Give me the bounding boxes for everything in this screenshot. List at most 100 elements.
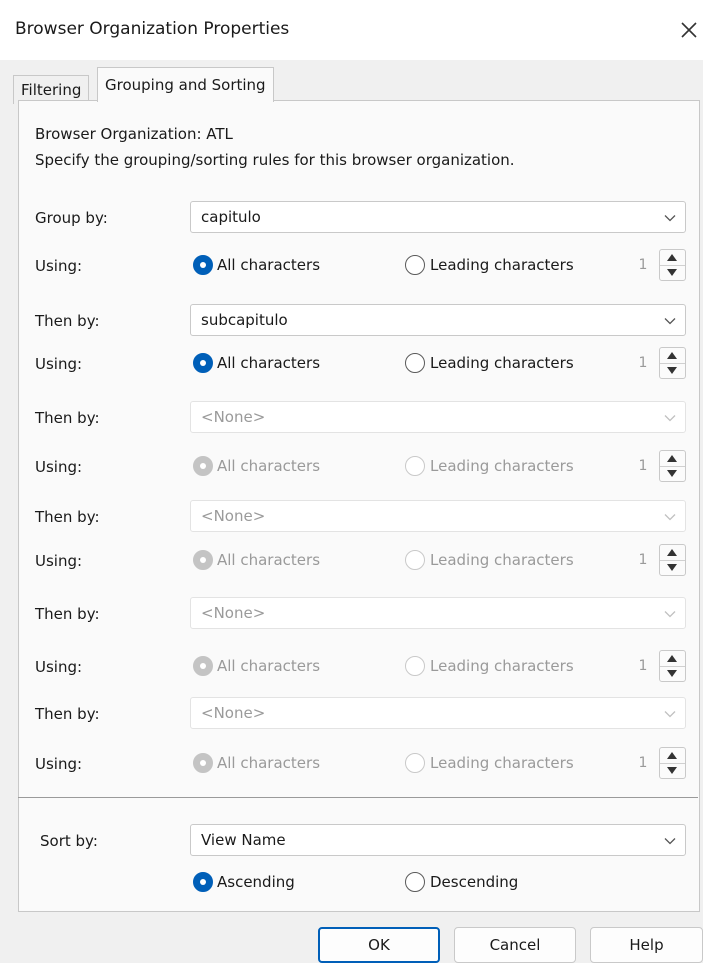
stepper-buttons[interactable] [659,650,686,682]
stepper-divider [660,763,685,764]
divider [18,797,698,798]
leading-count-stepper[interactable]: 1 [628,650,686,682]
leading-characters-label: Leading characters [430,354,574,372]
then-by-label: Then by: [35,312,100,330]
dropdown-value: <None> [201,507,266,525]
all-characters-radio [193,550,213,570]
ascending-label: Ascending [217,873,295,891]
leading-count-stepper[interactable]: 1 [628,544,686,576]
group-by-dropdown[interactable]: capitulo [190,201,686,233]
dropdown-value: <None> [201,704,266,722]
tab-grouping-label: Grouping and Sorting [105,76,266,94]
ok-button[interactable]: OK [318,927,440,963]
chevron-down-icon [664,514,676,521]
using-label: Using: [35,755,83,773]
then-by-dropdown: <None> [190,500,686,532]
sort-by-label: Sort by: [40,832,98,850]
spin-down-icon[interactable] [667,269,677,276]
all-characters-label: All characters [217,256,321,274]
leading-characters-label: Leading characters [430,551,574,569]
then-by-label: Then by: [35,605,100,623]
window-title: Browser Organization Properties [15,19,290,39]
spin-up-icon[interactable] [667,655,677,662]
dropdown-value: <None> [201,408,266,426]
close-icon[interactable] [677,18,701,42]
then-by-dropdown[interactable]: subcapitulo [190,304,686,336]
leading-characters-radio [405,550,425,570]
leading-count-stepper[interactable]: 1 [628,747,686,779]
leading-characters-label: Leading characters [430,754,574,772]
leading-count-stepper[interactable]: 1 [628,347,686,379]
all-characters-radio [193,456,213,476]
cancel-button[interactable]: Cancel [454,927,576,963]
using-label: Using: [35,257,83,275]
then-by-dropdown: <None> [190,401,686,433]
stepper-divider [660,666,685,667]
all-characters-radio[interactable] [193,353,213,373]
ok-button-label: OK [368,936,390,954]
leading-count-stepper[interactable]: 1 [628,249,686,281]
dropdown-value: <None> [201,604,266,622]
all-characters-label: All characters [217,354,321,372]
stepper-buttons[interactable] [659,347,686,379]
then-by-label: Then by: [35,409,100,427]
cancel-button-label: Cancel [489,936,541,954]
descending-radio[interactable] [405,872,425,892]
descending-label: Descending [430,873,519,891]
stepper-buttons[interactable] [659,747,686,779]
leading-count-value: 1 [638,552,648,568]
all-characters-radio[interactable] [193,255,213,275]
spin-up-icon[interactable] [667,352,677,359]
stepper-divider [660,466,685,467]
chevron-down-icon [664,711,676,718]
spin-up-icon[interactable] [667,752,677,759]
all-characters-radio [193,656,213,676]
tab-grouping-and-sorting[interactable]: Grouping and Sorting [97,67,274,102]
spin-up-icon[interactable] [667,549,677,556]
chevron-down-icon [664,215,676,222]
spin-down-icon[interactable] [667,670,677,677]
stepper-buttons[interactable] [659,249,686,281]
chevron-down-icon [664,415,676,422]
leading-characters-radio [405,656,425,676]
stepper-divider [660,265,685,266]
using-label: Using: [35,552,83,570]
leading-characters-label: Leading characters [430,256,574,274]
then-by-label: Then by: [35,705,100,723]
all-characters-label: All characters [217,457,321,475]
chevron-down-icon [664,838,676,845]
title-bar: Browser Organization Properties [0,0,703,60]
stepper-buttons[interactable] [659,544,686,576]
leading-count-stepper[interactable]: 1 [628,450,686,482]
leading-count-value: 1 [638,355,648,371]
leading-characters-radio[interactable] [405,255,425,275]
using-label: Using: [35,658,83,676]
dropdown-value: capitulo [201,208,261,226]
group-by-label: Group by: [35,209,108,227]
dropdown-value: subcapitulo [201,311,288,329]
stepper-buttons[interactable] [659,450,686,482]
leading-count-value: 1 [638,755,648,771]
leading-characters-radio[interactable] [405,353,425,373]
leading-characters-radio [405,753,425,773]
tab-filtering-label: Filtering [21,81,82,99]
spin-down-icon[interactable] [667,470,677,477]
ascending-radio[interactable] [193,872,213,892]
then-by-label: Then by: [35,508,100,526]
chevron-down-icon [664,318,676,325]
organization-name: Browser Organization: ATL [35,125,233,143]
spin-down-icon[interactable] [667,564,677,571]
chevron-down-icon [664,611,676,618]
leading-count-value: 1 [638,458,648,474]
spin-down-icon[interactable] [667,367,677,374]
leading-characters-label: Leading characters [430,657,574,675]
all-characters-label: All characters [217,551,321,569]
sort-by-dropdown[interactable]: View Name [190,824,686,856]
spin-up-icon[interactable] [667,455,677,462]
spin-up-icon[interactable] [667,254,677,261]
all-characters-radio [193,753,213,773]
spin-down-icon[interactable] [667,767,677,774]
all-characters-label: All characters [217,657,321,675]
then-by-dropdown: <None> [190,597,686,629]
help-button[interactable]: Help [590,927,703,963]
